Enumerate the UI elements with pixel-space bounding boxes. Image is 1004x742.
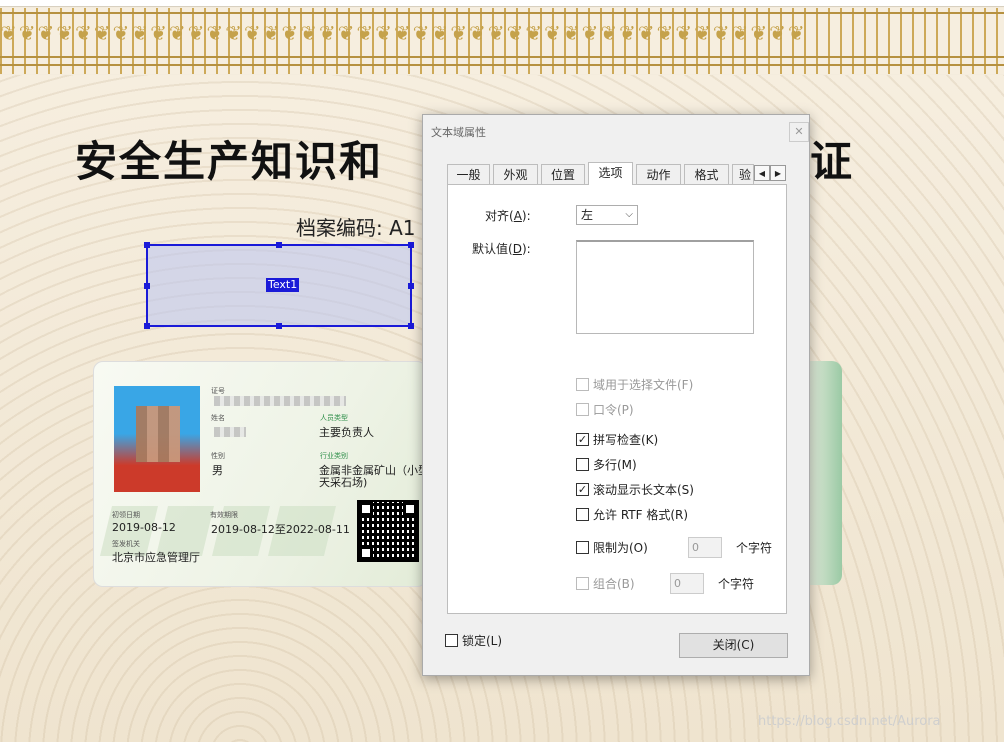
option-multiline-label: 多行(M) <box>593 458 637 472</box>
id-card: 证号 姓名 人员类型 主要负责人 性别 男 行业类别 金属非金属矿山（小型 天采… <box>93 361 427 587</box>
tab-format[interactable]: 格式 <box>684 164 729 184</box>
card-valid-period: 2019-08-12至2022-08-11 <box>211 523 350 536</box>
close-icon[interactable]: ✕ <box>789 122 809 142</box>
comb-chars-input[interactable]: 0 <box>670 573 704 594</box>
options-panel: 对齐(A): 左 ⌵ 默认值(D): 域用于选择文件(F) 口令(P) ✓ 拼写… <box>447 184 787 614</box>
resize-handle-bl[interactable] <box>144 323 150 329</box>
card-label-name: 姓名 <box>211 414 225 422</box>
archive-code: 档案编码: A1 <box>296 216 416 240</box>
qr-code <box>357 500 419 562</box>
card-gender: 男 <box>212 464 223 477</box>
card-issuer: 北京市应急管理厅 <box>112 551 200 564</box>
option-scroll-long-text-label: 滚动显示长文本(S) <box>593 483 694 497</box>
resize-handle-tr[interactable] <box>408 242 414 248</box>
align-label: 对齐(A): <box>485 207 531 224</box>
option-comb-label: 组合(B) <box>593 577 635 591</box>
qr-finder-tl <box>359 502 373 516</box>
site-watermark: https://blog.csdn.net/Aurora <box>758 714 941 729</box>
text-field-text1[interactable]: Text1 <box>144 242 414 329</box>
resize-handle-br[interactable] <box>408 323 414 329</box>
default-label-key: D <box>512 242 522 256</box>
checkbox-lock[interactable] <box>445 634 458 647</box>
checkbox-limit-chars[interactable] <box>576 541 589 554</box>
tab-scroll-left-icon[interactable]: ◀ <box>754 165 770 181</box>
align-select-value: 左 <box>581 208 594 222</box>
option-spell-check-label: 拼写检查(K) <box>593 433 659 447</box>
card-name-redacted <box>214 427 246 437</box>
checkbox-multiline[interactable] <box>576 458 589 471</box>
resize-handle-r[interactable] <box>408 283 414 289</box>
option-file-select-label: 域用于选择文件(F) <box>593 378 694 392</box>
border-ornament: ❦❦❦❦❦❦❦❦❦❦❦❦❦❦❦❦❦❦❦❦❦❦❦❦❦❦❦❦❦❦❦❦❦❦❦❦❦❦❦❦… <box>0 21 807 45</box>
checkbox-spell-check[interactable]: ✓ <box>576 433 589 446</box>
certificate-title: 安全生产知识和 <box>75 137 384 186</box>
option-password-label: 口令(P) <box>593 403 634 417</box>
resize-handle-tl[interactable] <box>144 242 150 248</box>
default-label-post: ): <box>521 242 531 256</box>
checkbox-file-select[interactable] <box>576 378 589 391</box>
limit-chars-unit: 个字符 <box>736 541 773 555</box>
resize-handle-t[interactable] <box>276 242 282 248</box>
card-cert-no-redacted <box>214 396 346 406</box>
border-rule-middle <box>0 56 1004 58</box>
checkbox-password[interactable] <box>576 403 589 416</box>
app-top-bar <box>0 0 1004 7</box>
id-card-edge <box>810 361 842 585</box>
align-select[interactable]: 左 ⌵ <box>576 205 638 225</box>
qr-finder-tr <box>403 502 417 516</box>
tab-actions[interactable]: 动作 <box>636 164 681 184</box>
card-label-industry: 行业类别 <box>320 452 348 460</box>
resize-handle-l[interactable] <box>144 283 150 289</box>
card-label-cert-no: 证号 <box>211 387 225 395</box>
close-button[interactable]: 关闭(C) <box>679 633 788 658</box>
card-label-first-date: 初领日期 <box>112 511 140 519</box>
tab-position[interactable]: 位置 <box>541 164 585 184</box>
resize-handle-b[interactable] <box>276 323 282 329</box>
tab-options[interactable]: 选项 <box>588 162 633 185</box>
default-value-textarea[interactable] <box>576 240 754 334</box>
card-label-valid-period: 有效期限 <box>210 511 238 519</box>
option-allow-rtf-label: 允许 RTF 格式(R) <box>593 508 689 522</box>
qr-finder-bl <box>359 546 373 560</box>
default-value-label: 默认值(D): <box>472 240 531 257</box>
chevron-down-icon: ⌵ <box>625 209 633 220</box>
option-limit-chars-label: 限制为(O) <box>593 541 648 555</box>
align-label-pre: 对齐( <box>485 209 514 223</box>
checkbox-comb[interactable] <box>576 577 589 590</box>
lock-label: 锁定(L) <box>462 634 503 648</box>
card-label-person-type: 人员类型 <box>320 414 348 422</box>
tab-validate[interactable]: 验 <box>732 164 754 184</box>
align-label-key: A <box>513 209 522 223</box>
card-industry-line2: 天采石场) <box>319 476 368 489</box>
checkbox-allow-rtf[interactable] <box>576 508 589 521</box>
certificate-border: ❦❦❦❦❦❦❦❦❦❦❦❦❦❦❦❦❦❦❦❦❦❦❦❦❦❦❦❦❦❦❦❦❦❦❦❦❦❦❦❦… <box>0 8 1004 74</box>
border-rule-top <box>0 12 1004 14</box>
default-label-pre: 默认值( <box>472 242 513 256</box>
text-field-label: Text1 <box>266 278 300 292</box>
card-label-issuer: 签发机关 <box>112 540 140 548</box>
id-photo-face <box>136 406 180 462</box>
tab-general[interactable]: 一般 <box>447 164 490 184</box>
tab-scroll-right-icon[interactable]: ▶ <box>770 165 786 181</box>
align-label-post: ): <box>521 209 531 223</box>
checkbox-scroll-long-text[interactable]: ✓ <box>576 483 589 496</box>
card-person-type: 主要负责人 <box>319 426 374 439</box>
tab-appearance[interactable]: 外观 <box>493 164 538 184</box>
card-first-date: 2019-08-12 <box>112 521 176 534</box>
border-rule-bottom <box>0 64 1004 66</box>
comb-chars-unit: 个字符 <box>718 577 755 591</box>
text-field-properties-dialog: 文本域属性 ✕ 一般 外观 位置 选项 动作 格式 验 ◀ ▶ 对齐(A): 左… <box>422 114 810 676</box>
card-label-gender: 性别 <box>211 452 225 460</box>
certificate-title-end: 证 <box>810 137 853 186</box>
id-photo <box>114 386 200 492</box>
limit-chars-input[interactable]: 0 <box>688 537 722 558</box>
dialog-title: 文本域属性 <box>431 126 486 139</box>
